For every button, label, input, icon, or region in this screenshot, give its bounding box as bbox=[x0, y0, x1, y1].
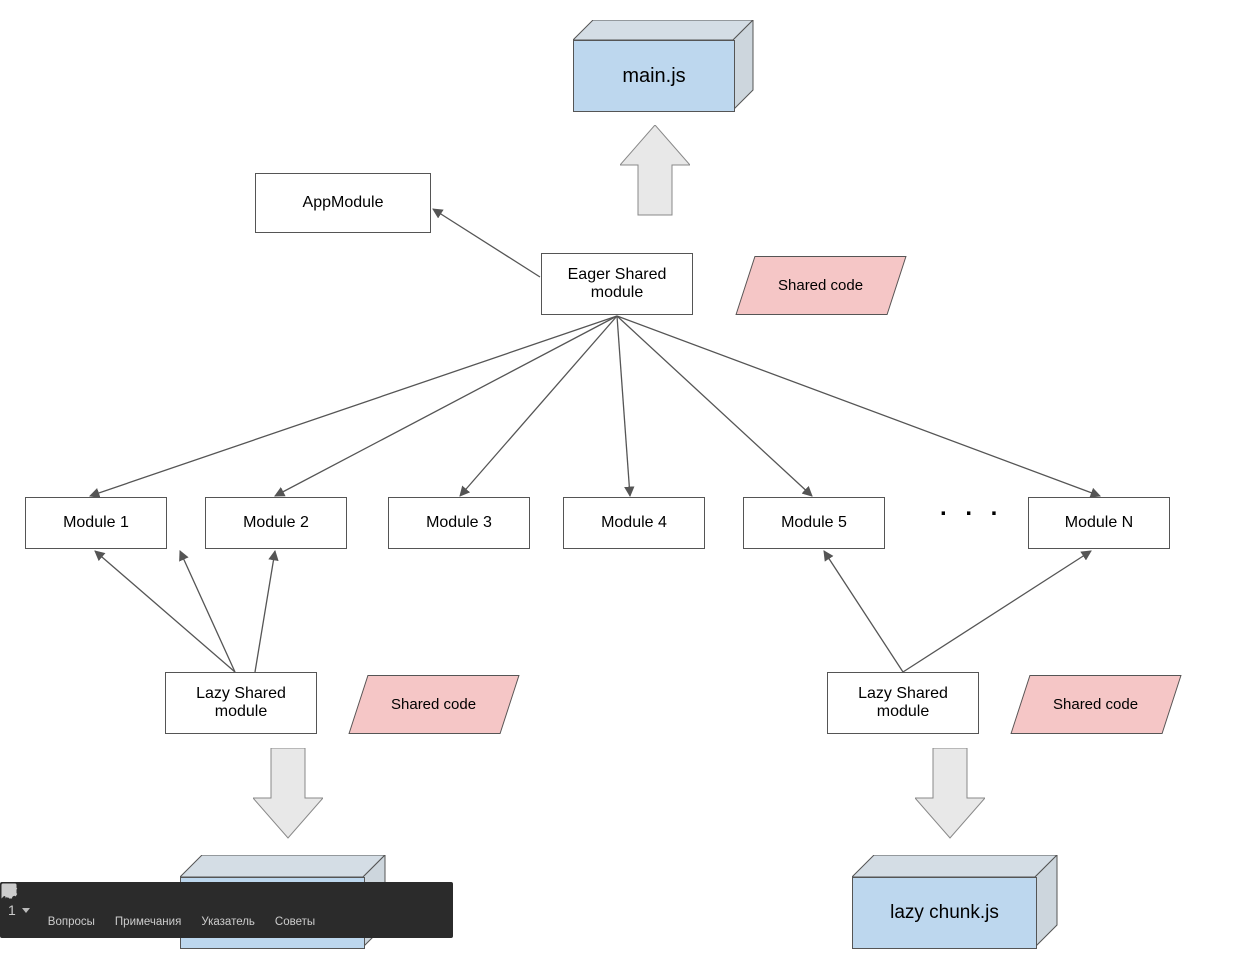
appmodule-label: AppModule bbox=[303, 194, 384, 212]
toolbar-pointer[interactable]: Указатель bbox=[191, 893, 265, 928]
edge-lazyl-m1 bbox=[95, 551, 235, 672]
lazy-left-label: Lazy Shared module bbox=[196, 685, 286, 721]
shared-left-label: Shared code bbox=[391, 696, 476, 713]
slide-selector[interactable]: 1 bbox=[0, 902, 38, 918]
box-eager-shared: Eager Shared module bbox=[541, 253, 693, 315]
para-shared-left: Shared code bbox=[348, 675, 519, 734]
box-module-5: Module 5 bbox=[743, 497, 885, 549]
toolbar-label-1: Примечания bbox=[115, 916, 181, 928]
box-module-1: Module 1 bbox=[25, 497, 167, 549]
cube-main-label: main.js bbox=[622, 65, 685, 88]
box-appmodule: AppModule bbox=[255, 173, 431, 233]
chat-icon bbox=[61, 893, 81, 913]
dots: . . . bbox=[940, 494, 1003, 522]
para-shared-top: Shared code bbox=[735, 256, 906, 315]
box-module-2: Module 2 bbox=[205, 497, 347, 549]
para-shared-right: Shared code bbox=[1010, 675, 1181, 734]
eager-shared-label: Eager Shared module bbox=[568, 266, 667, 302]
lazy-right-label: Lazy Shared module bbox=[858, 685, 948, 721]
box-lazy-right: Lazy Shared module bbox=[827, 672, 979, 734]
info-icon bbox=[285, 893, 305, 913]
edge-eager-m4 bbox=[617, 316, 630, 496]
edge-eager-mn bbox=[617, 316, 1100, 496]
toolbar-label-2: Указатель bbox=[201, 916, 255, 928]
module-5-label: Module 5 bbox=[781, 514, 847, 532]
toolbar-notes[interactable]: Примечания bbox=[105, 893, 191, 928]
box-module-n: Module N bbox=[1028, 497, 1170, 549]
box-module-4: Module 4 bbox=[563, 497, 705, 549]
edge-lazyr-mn bbox=[903, 551, 1091, 672]
toolbar-label-0: Вопросы bbox=[48, 916, 95, 928]
shared-right-label: Shared code bbox=[1053, 696, 1138, 713]
cube-lazy-right: lazy chunk.js bbox=[852, 855, 1067, 955]
cube-lazy-right-front: lazy chunk.js bbox=[852, 877, 1037, 949]
edge-eager-m5 bbox=[617, 316, 812, 496]
edge-lazyl-m2 bbox=[255, 551, 275, 672]
edge-lazyr-m5 bbox=[824, 551, 903, 672]
shared-code-top-label: Shared code bbox=[778, 277, 863, 294]
toolbar-tips[interactable]: Советы bbox=[265, 893, 325, 928]
presentation-toolbar: 1 Вопросы Примечания Указатель Советы bbox=[0, 882, 453, 938]
toolbar-questions[interactable]: Вопросы bbox=[38, 893, 105, 928]
edge-eager-to-app bbox=[433, 209, 540, 277]
pointer-icon bbox=[218, 893, 238, 913]
module-3-label: Module 3 bbox=[426, 514, 492, 532]
module-1-label: Module 1 bbox=[63, 514, 129, 532]
module-4-label: Module 4 bbox=[601, 514, 667, 532]
toolbar-label-3: Советы bbox=[275, 916, 315, 928]
cube-main: main.js bbox=[573, 20, 763, 120]
gear-icon bbox=[0, 882, 18, 900]
edge-eager-m2 bbox=[275, 316, 617, 496]
edge-lazyl-m1b bbox=[180, 551, 235, 672]
cube-lazy-right-label: lazy chunk.js bbox=[890, 902, 999, 924]
box-module-3: Module 3 bbox=[388, 497, 530, 549]
chevron-down-icon bbox=[22, 908, 30, 913]
module-2-label: Module 2 bbox=[243, 514, 309, 532]
box-lazy-left: Lazy Shared module bbox=[165, 672, 317, 734]
slide-number: 1 bbox=[8, 902, 16, 918]
module-n-label: Module N bbox=[1065, 514, 1133, 532]
cube-main-front: main.js bbox=[573, 40, 735, 112]
notes-icon bbox=[138, 893, 158, 913]
